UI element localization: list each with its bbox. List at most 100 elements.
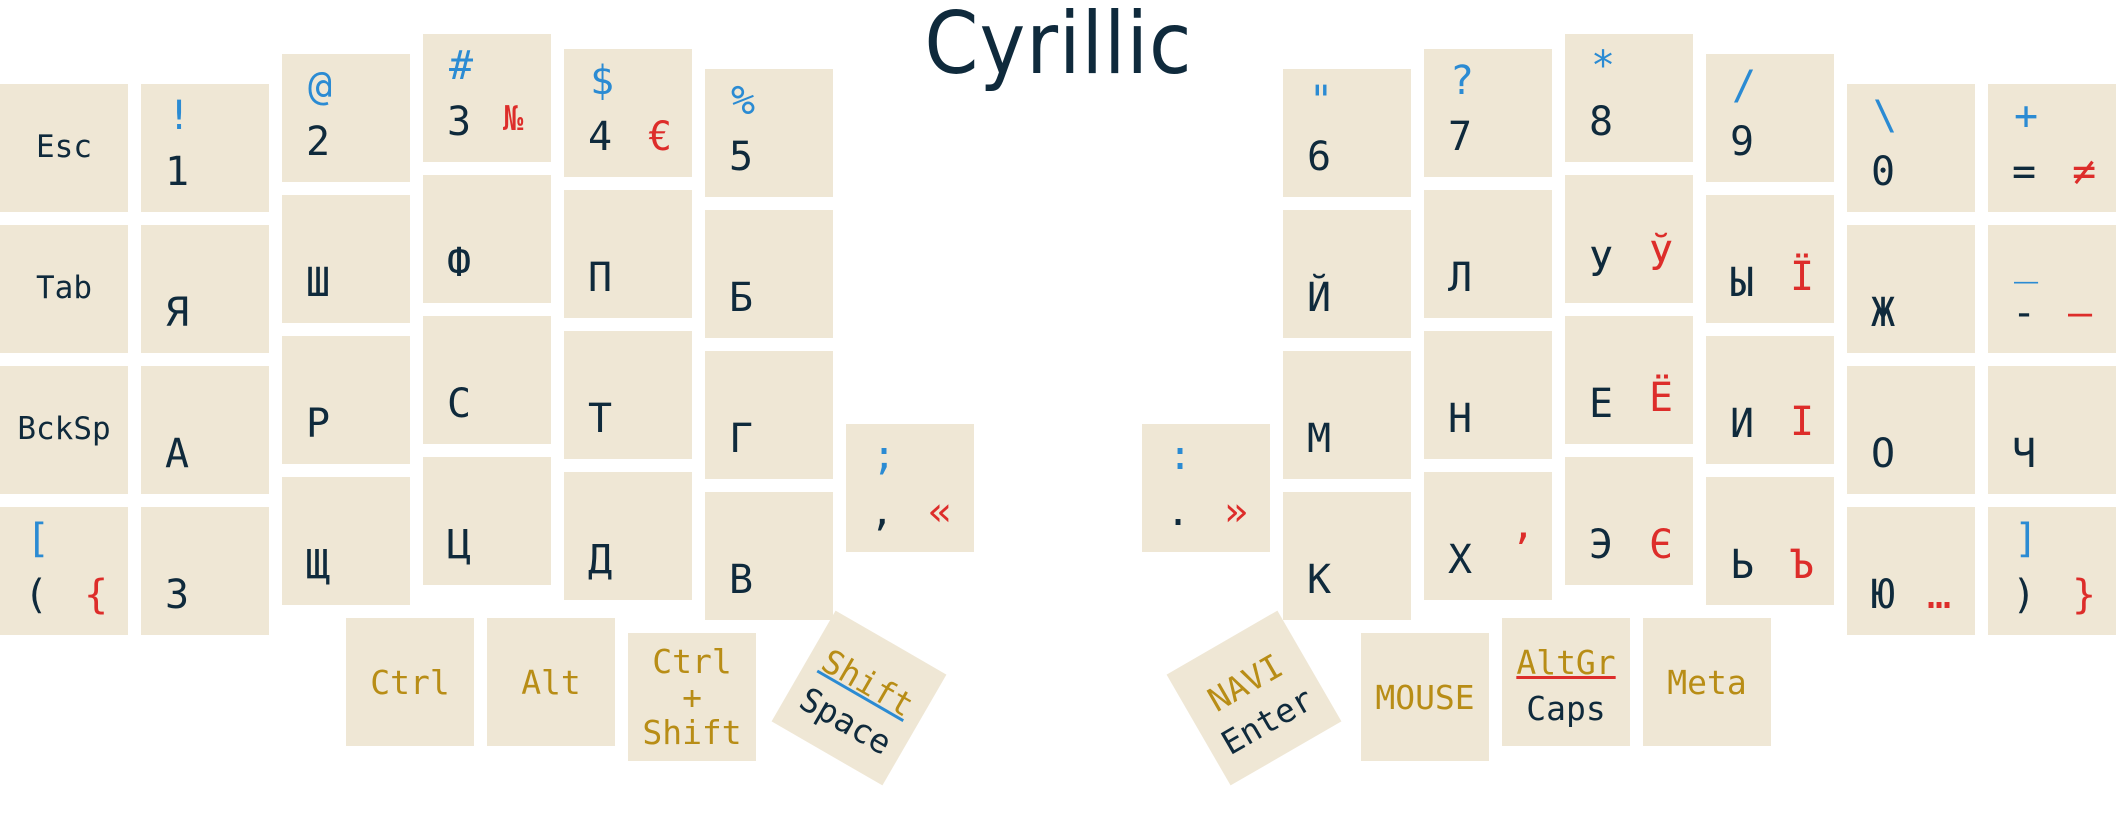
key-i[interactable]: И І (1706, 336, 1834, 464)
key-ya[interactable]: Я (141, 225, 269, 353)
key-3-base: 3 (447, 99, 472, 145)
key-0-shifted: \ (1873, 93, 1898, 139)
key-6-shifted: " (1309, 78, 1334, 124)
key-minus-altgr: — (2068, 290, 2093, 336)
key-ie-altgr: Ё (1649, 375, 1674, 421)
key-che[interactable]: Ч (1988, 366, 2116, 494)
key-ze[interactable]: З (141, 507, 269, 635)
key-enter[interactable]: NAVI Enter (1166, 610, 1342, 786)
key-9-base: 9 (1730, 119, 1755, 165)
key-2[interactable]: @ 2 (282, 54, 410, 182)
key-shcha[interactable]: Щ (282, 477, 410, 605)
key-comma-base: , (870, 489, 895, 535)
key-esc[interactable]: Esc (0, 84, 128, 212)
key-yu[interactable]: Ю … (1847, 507, 1975, 635)
key-comma-shifted: ; (872, 433, 897, 479)
key-ge-base: Г (729, 416, 754, 462)
key-soft-sign[interactable]: Ь Ъ (1706, 477, 1834, 605)
key-alt-label: Alt (521, 663, 581, 702)
key-ve-base: В (729, 557, 754, 603)
key-left-paren[interactable]: [ ( { (0, 507, 128, 635)
key-equals[interactable]: + = ≠ (1988, 84, 2116, 212)
key-1-shifted: ! (167, 93, 192, 139)
key-7[interactable]: ? 7 (1424, 49, 1552, 177)
key-mouse[interactable]: MOUSE (1361, 633, 1489, 761)
key-o-base: О (1871, 431, 1896, 477)
key-comma[interactable]: ; , « (846, 424, 974, 552)
key-en[interactable]: Н (1424, 331, 1552, 459)
key-el[interactable]: Л (1424, 190, 1552, 318)
key-i-base: И (1730, 401, 1755, 447)
key-e[interactable]: Э Є (1565, 457, 1693, 585)
key-8-shifted: * (1591, 43, 1616, 89)
key-be[interactable]: Б (705, 210, 833, 338)
key-ctrl-shift-line1: Ctrl (652, 642, 732, 681)
key-tab[interactable]: Tab (0, 225, 128, 353)
key-che-base: Ч (2012, 431, 2037, 477)
key-minus[interactable]: _ - — (1988, 225, 2116, 353)
key-space[interactable]: Shift Space (771, 610, 947, 786)
key-ya-base: Я (165, 290, 190, 336)
key-de-base: Д (588, 537, 613, 583)
key-sha[interactable]: Ш (282, 195, 410, 323)
key-zhe-base: Ж (1871, 290, 1896, 336)
key-0-base: 0 (1871, 149, 1896, 195)
key-kha-altgr: ’ (1510, 527, 1535, 573)
key-tab-label: Tab (36, 270, 92, 306)
key-6[interactable]: " 6 (1283, 69, 1411, 197)
key-zhe[interactable]: Ж (1847, 225, 1975, 353)
key-yery-altgr: Ї (1790, 254, 1815, 300)
key-soft-sign-base: Ь (1730, 542, 1755, 588)
key-em[interactable]: М (1283, 351, 1411, 479)
key-8[interactable]: * 8 (1565, 34, 1693, 162)
key-left-paren-altgr: { (84, 572, 109, 618)
key-meta[interactable]: Meta (1643, 618, 1771, 746)
key-right-paren[interactable]: ] ) } (1988, 507, 2116, 635)
key-tse[interactable]: Ц (423, 457, 551, 585)
key-0[interactable]: \ 0 (1847, 84, 1975, 212)
key-equals-base: = (2012, 149, 2037, 195)
key-caps-tap: Caps (1526, 689, 1606, 728)
key-3-altgr: № (503, 99, 524, 139)
key-ctrl-shift[interactable]: Ctrl + Shift (628, 633, 756, 761)
key-i-short[interactable]: Й (1283, 210, 1411, 338)
key-3[interactable]: # 3 № (423, 34, 551, 162)
key-5[interactable]: % 5 (705, 69, 833, 197)
key-period[interactable]: : . » (1142, 424, 1270, 552)
key-pe[interactable]: П (564, 190, 692, 318)
key-er[interactable]: Р (282, 336, 410, 464)
key-ka[interactable]: К (1283, 492, 1411, 620)
key-a[interactable]: А (141, 366, 269, 494)
key-alt[interactable]: Alt (487, 618, 615, 746)
key-yery[interactable]: Ы Ї (1706, 195, 1834, 323)
key-backspace[interactable]: BckSp (0, 366, 128, 494)
key-en-base: Н (1448, 396, 1473, 442)
key-ef-base: Ф (447, 240, 472, 286)
key-be-base: Б (729, 275, 754, 321)
key-ie-base: Е (1589, 381, 1614, 427)
key-6-base: 6 (1307, 134, 1332, 180)
key-yu-base: Ю (1871, 572, 1896, 618)
key-right-paren-shifted: ] (2014, 516, 2039, 562)
key-kha[interactable]: Х ’ (1424, 472, 1552, 600)
key-te-base: Т (588, 396, 613, 442)
key-ve[interactable]: В (705, 492, 833, 620)
key-caps[interactable]: AltGr Caps (1502, 618, 1630, 746)
key-ie[interactable]: Е Ё (1565, 316, 1693, 444)
key-te[interactable]: Т (564, 331, 692, 459)
key-ef[interactable]: Ф (423, 175, 551, 303)
key-4[interactable]: $ 4 € (564, 49, 692, 177)
key-9-shifted: / (1732, 63, 1757, 109)
key-em-base: М (1307, 416, 1332, 462)
key-es[interactable]: С (423, 316, 551, 444)
key-ctrl[interactable]: Ctrl (346, 618, 474, 746)
key-ge[interactable]: Г (705, 351, 833, 479)
key-4-altgr: € (648, 114, 673, 160)
key-de[interactable]: Д (564, 472, 692, 600)
key-1[interactable]: ! 1 (141, 84, 269, 212)
key-comma-altgr: « (928, 489, 953, 535)
key-u[interactable]: У Ў (1565, 175, 1693, 303)
key-o[interactable]: О (1847, 366, 1975, 494)
key-9[interactable]: / 9 (1706, 54, 1834, 182)
key-ctrl-label: Ctrl (370, 663, 450, 702)
